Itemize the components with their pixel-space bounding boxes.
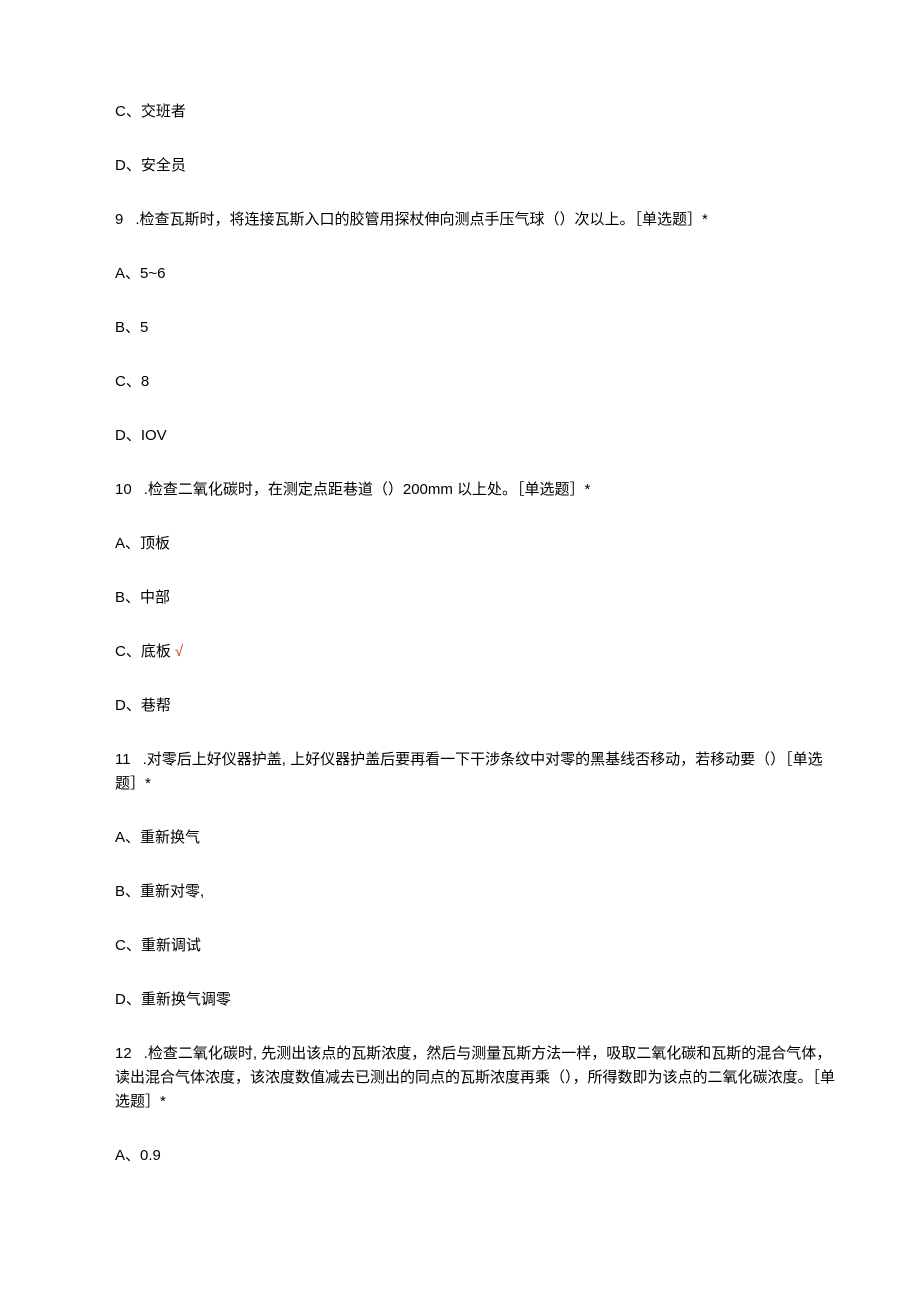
question-text: .检查二氧化碳时，在测定点距巷道（）200mm 以上处。［单选题］* xyxy=(144,481,591,498)
question-item: 12.检查二氧化碳时, 先测出该点的瓦斯浓度，然后与测量瓦斯方法一样，吸取二氧化… xyxy=(115,1042,835,1114)
question-text: .检查瓦斯时，将连接瓦斯入口的胶管用探杖伸向测点手压气球（）次以上。［单选题］* xyxy=(135,211,708,228)
option-item: C、8 xyxy=(115,370,835,394)
option-text: D、安全员 xyxy=(115,157,186,174)
option-item: B、5 xyxy=(115,316,835,340)
option-text: D、重新换气调零 xyxy=(115,991,231,1008)
option-item: A、顶板 xyxy=(115,532,835,556)
option-item: D、安全员 xyxy=(115,154,835,178)
option-item: B、重新对零, xyxy=(115,880,835,904)
option-text: A、重新换气 xyxy=(115,829,200,846)
question-number: 10 xyxy=(115,481,132,498)
question-number: 9 xyxy=(115,211,123,228)
question-number: 12 xyxy=(115,1045,132,1062)
option-text: B、5 xyxy=(115,319,148,336)
option-item: A、5~6 xyxy=(115,262,835,286)
option-text: C、交班者 xyxy=(115,103,186,120)
option-item: D、IOV xyxy=(115,424,835,448)
question-item: 10 .检查二氧化碳时，在测定点距巷道（）200mm 以上处。［单选题］* xyxy=(115,478,835,502)
option-item: C、交班者 xyxy=(115,100,835,124)
option-text: A、5~6 xyxy=(115,265,165,282)
question-item: 9 .检查瓦斯时，将连接瓦斯入口的胶管用探杖伸向测点手压气球（）次以上。［单选题］… xyxy=(115,208,835,232)
option-item: D、重新换气调零 xyxy=(115,988,835,1012)
option-text: D、IOV xyxy=(115,427,167,444)
question-number: 11 xyxy=(115,751,131,768)
question-text: .对零后上好仪器护盖, 上好仪器护盖后要再看一下干涉条纹中对零的黑基线否移动，若… xyxy=(115,751,823,792)
option-text: A、0.9 xyxy=(115,1147,161,1164)
option-text: A、顶板 xyxy=(115,535,170,552)
option-text: C、8 xyxy=(115,373,149,390)
question-item: 11.对零后上好仪器护盖, 上好仪器护盖后要再看一下干涉条纹中对零的黑基线否移动… xyxy=(115,748,835,796)
option-item: C、重新调试 xyxy=(115,934,835,958)
option-item: C、底板√ xyxy=(115,640,835,664)
question-text: .检查二氧化碳时, 先测出该点的瓦斯浓度，然后与测量瓦斯方法一样，吸取二氧化碳和… xyxy=(115,1045,835,1110)
option-text: D、巷帮 xyxy=(115,697,171,714)
option-item: B、中部 xyxy=(115,586,835,610)
correct-mark-icon: √ xyxy=(175,643,183,660)
option-text: B、重新对零, xyxy=(115,883,204,900)
option-item: A、0.9 xyxy=(115,1144,835,1168)
option-item: D、巷帮 xyxy=(115,694,835,718)
option-text: C、重新调试 xyxy=(115,937,201,954)
option-text: B、中部 xyxy=(115,589,170,606)
option-text: C、底板 xyxy=(115,643,171,660)
option-item: A、重新换气 xyxy=(115,826,835,850)
